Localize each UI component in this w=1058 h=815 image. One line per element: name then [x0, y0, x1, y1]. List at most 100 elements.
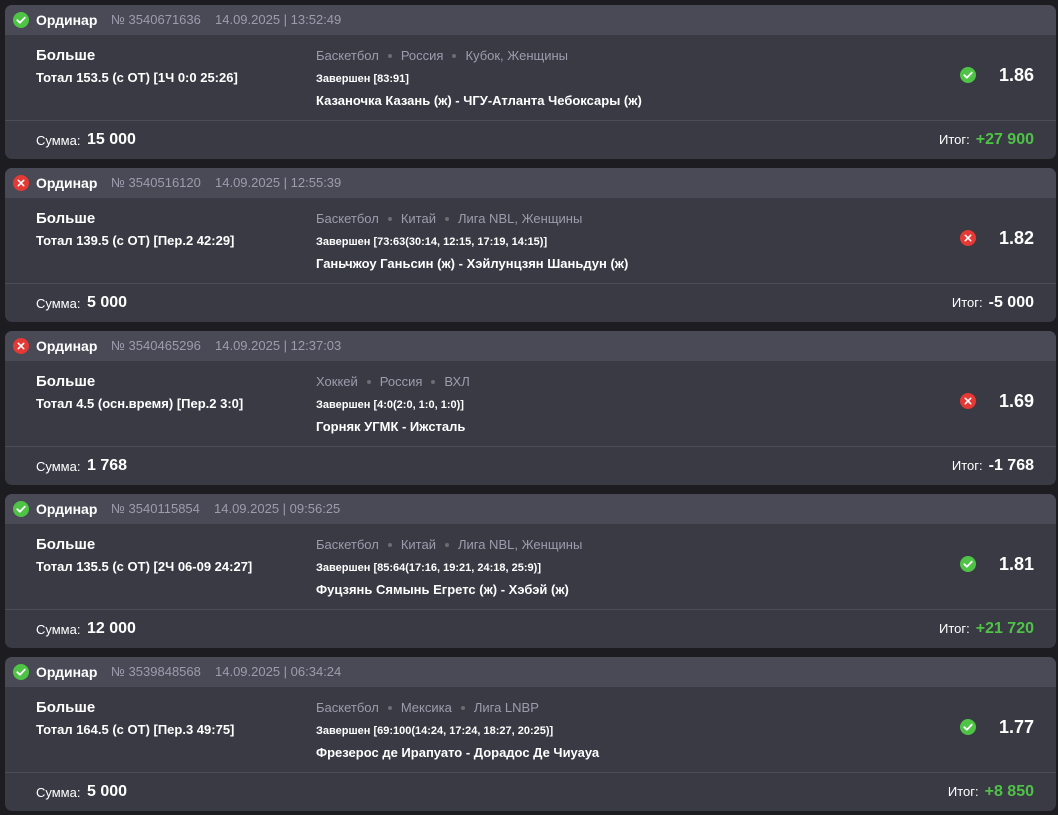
- breadcrumb-league[interactable]: Лига NBL, Женщины: [458, 537, 582, 552]
- bet-card-header: Ординар № 3540465296 14.09.2025 | 12:37:…: [5, 331, 1056, 361]
- breadcrumb-league[interactable]: Лига LNBP: [474, 700, 539, 715]
- separator-dot-icon: [387, 216, 392, 221]
- breadcrumb-country[interactable]: Мексика: [401, 700, 452, 715]
- breadcrumb-country[interactable]: Китай: [401, 537, 436, 552]
- bet-card-5[interactable]: Ординар № 3539848568 14.09.2025 | 06:34:…: [5, 657, 1056, 811]
- separator-dot-icon: [431, 379, 436, 384]
- total-value: -5 000: [988, 294, 1034, 311]
- bet-odds: 1.86: [998, 65, 1034, 85]
- total-value: +27 900: [975, 131, 1034, 148]
- cross-circle-odds-icon: [960, 230, 976, 246]
- bet-number[interactable]: № 3540115854: [111, 501, 200, 517]
- breadcrumb-sport[interactable]: Хоккей: [316, 374, 358, 389]
- bet-number[interactable]: № 3540671636: [111, 12, 201, 28]
- bet-history-list: Ординар № 3540671636 14.09.2025 | 13:52:…: [0, 0, 1058, 815]
- bet-number[interactable]: № 3540516120: [111, 175, 201, 191]
- bet-card-2[interactable]: Ординар № 3540516120 14.09.2025 | 12:55:…: [5, 168, 1056, 322]
- bet-odds: 1.82: [998, 228, 1034, 248]
- event-match[interactable]: Фуцзянь Сямынь Егретс (ж) - Хэбэй (ж): [316, 582, 569, 598]
- separator-dot-icon: [452, 53, 457, 58]
- check-circle-odds-icon: [960, 67, 976, 83]
- sum-label: Сумма:: [36, 296, 81, 311]
- sum-value: 1 768: [87, 457, 128, 474]
- bet-odds: 1.77: [998, 717, 1034, 737]
- bet-type: Ординар: [36, 175, 98, 191]
- breadcrumb-league[interactable]: ВХЛ: [444, 374, 469, 389]
- breadcrumb-sport[interactable]: Баскетбол: [316, 48, 379, 63]
- bet-card-4[interactable]: Ординар № 3540115854 14.09.2025 | 09:56:…: [5, 494, 1056, 648]
- bet-card-header: Ординар № 3540115854 14.09.2025 | 09:56:…: [5, 494, 1056, 524]
- event-breadcrumb: Баскетбол Китай Лига NBL, Женщины: [316, 537, 582, 553]
- event-match[interactable]: Фрезерос де Ирапуато - Дорадос Де Чиуауа: [316, 745, 599, 761]
- bet-number[interactable]: № 3540465296: [111, 338, 201, 354]
- sum-value: 5 000: [87, 783, 128, 800]
- bet-type: Ординар: [36, 12, 98, 28]
- sum-label: Сумма:: [36, 785, 81, 800]
- card-divider: [5, 609, 1056, 610]
- breadcrumb-league[interactable]: Кубок, Женщины: [465, 48, 568, 63]
- check-circle-icon: [13, 501, 29, 517]
- bet-odds: 1.69: [998, 391, 1034, 411]
- event-match[interactable]: Казаночка Казань (ж) - ЧГУ-Атланта Чебок…: [316, 93, 642, 109]
- bet-card-header: Ординар № 3540671636 14.09.2025 | 13:52:…: [5, 5, 1056, 35]
- breadcrumb-league[interactable]: Лига NBL, Женщины: [458, 211, 582, 226]
- cross-circle-icon: [13, 175, 29, 191]
- breadcrumb-country[interactable]: Россия: [380, 374, 423, 389]
- sum-label: Сумма:: [36, 459, 81, 474]
- bet-odds: 1.81: [998, 554, 1034, 574]
- bet-card-header: Ординар № 3539848568 14.09.2025 | 06:34:…: [5, 657, 1056, 687]
- card-divider: [5, 283, 1056, 284]
- bet-outcome: Больше: [36, 699, 96, 716]
- total-label: Итог:: [947, 784, 979, 799]
- event-result: Завершен [69:100(14:24, 17:24, 18:27, 20…: [316, 725, 554, 737]
- bet-type: Ординар: [36, 501, 98, 517]
- event-breadcrumb: Баскетбол Китай Лига NBL, Женщины: [316, 211, 582, 227]
- breadcrumb-sport[interactable]: Баскетбол: [316, 537, 379, 552]
- total-group: Итог: -1 768: [952, 456, 1034, 476]
- separator-dot-icon: [366, 379, 371, 384]
- bet-datetime: 14.09.2025 | 13:52:49: [215, 12, 342, 27]
- bet-card-3[interactable]: Ординар № 3540465296 14.09.2025 | 12:37:…: [5, 331, 1056, 485]
- card-divider: [5, 772, 1056, 773]
- check-circle-odds-icon: [960, 719, 976, 735]
- check-circle-icon: [13, 664, 29, 680]
- breadcrumb-sport[interactable]: Баскетбол: [316, 211, 379, 226]
- event-result: Завершен [4:0(2:0, 1:0, 1:0)]: [316, 399, 464, 411]
- total-label: Итог:: [938, 132, 970, 147]
- bet-market: Тотал 4.5 (осн.время) [Пер.2 3:0]: [36, 396, 244, 411]
- event-match[interactable]: Ганьчжоу Ганьсин (ж) - Хэйлунцзян Шаньду…: [316, 256, 628, 272]
- separator-dot-icon: [444, 216, 449, 221]
- bet-outcome: Больше: [36, 373, 96, 390]
- bet-number[interactable]: № 3539848568: [111, 664, 201, 680]
- total-value: -1 768: [988, 457, 1034, 474]
- total-group: Итог: +27 900: [939, 130, 1034, 150]
- event-breadcrumb: Хоккей Россия ВХЛ: [316, 374, 470, 390]
- total-group: Итог: -5 000: [952, 293, 1034, 313]
- breadcrumb-country[interactable]: Китай: [401, 211, 436, 226]
- bet-datetime: 14.09.2025 | 12:37:03: [215, 338, 342, 353]
- sum-value: 15 000: [87, 131, 136, 148]
- event-breadcrumb: Баскетбол Мексика Лига LNBP: [316, 700, 539, 716]
- bet-market: Тотал 153.5 (с ОТ) [1Ч 0:0 25:26]: [36, 70, 238, 85]
- total-label: Итог:: [951, 295, 983, 310]
- card-divider: [5, 120, 1056, 121]
- bet-card-header: Ординар № 3540516120 14.09.2025 | 12:55:…: [5, 168, 1056, 198]
- total-value: +8 850: [984, 783, 1034, 800]
- sum-value: 5 000: [87, 294, 128, 311]
- event-result: Завершен [83:91]: [316, 73, 409, 85]
- event-breadcrumb: Баскетбол Россия Кубок, Женщины: [316, 48, 568, 64]
- sum-label: Сумма:: [36, 622, 81, 637]
- sum-value: 12 000: [87, 620, 136, 637]
- total-value: +21 720: [975, 620, 1034, 637]
- card-divider: [5, 446, 1056, 447]
- bet-card-1[interactable]: Ординар № 3540671636 14.09.2025 | 13:52:…: [5, 5, 1056, 159]
- event-result: Завершен [85:64(17:16, 19:21, 24:18, 25:…: [316, 562, 541, 574]
- bet-market: Тотал 135.5 (с ОТ) [2Ч 06-09 24:27]: [36, 559, 253, 574]
- total-label: Итог:: [938, 621, 970, 636]
- breadcrumb-sport[interactable]: Баскетбол: [316, 700, 379, 715]
- bet-market: Тотал 139.5 (с ОТ) [Пер.2 42:29]: [36, 233, 235, 248]
- event-match[interactable]: Горняк УГМК - Ижсталь: [316, 419, 465, 435]
- check-circle-odds-icon: [960, 556, 976, 572]
- breadcrumb-country[interactable]: Россия: [401, 48, 444, 63]
- separator-dot-icon: [387, 705, 392, 710]
